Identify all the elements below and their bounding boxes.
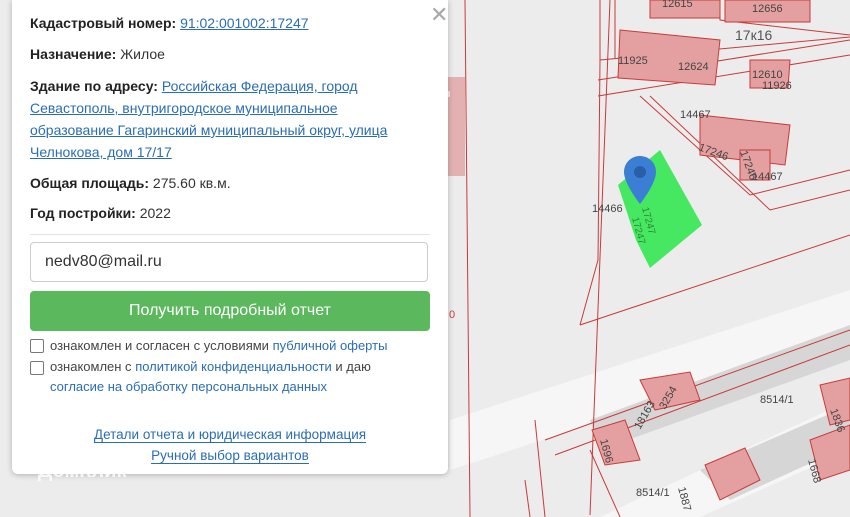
purpose-value: Жилое <box>120 46 165 62</box>
map-label: 17к16 <box>735 27 772 43</box>
map-label: 0 <box>449 309 455 321</box>
personal-data-consent-row: согласие на обработку персональных данны… <box>50 377 440 397</box>
map-label: 11926 <box>762 80 792 92</box>
year-row: Год постройки: 2022 <box>30 202 171 224</box>
year-value: 2022 <box>139 205 171 221</box>
offer-consent-prefix: ознакомлен и согласен с условиями <box>50 338 273 353</box>
offer-consent-text: ознакомлен и согласен с условиями публич… <box>50 336 440 356</box>
privacy-consent-prefix: ознакомлен с <box>50 359 136 374</box>
map-label: 8514/1 <box>636 487 670 499</box>
map-label: 12656 <box>752 3 783 15</box>
divider <box>30 234 430 235</box>
map-label: 11925 <box>618 55 648 67</box>
purpose-row: Назначение: Жилое <box>30 43 165 65</box>
details-link-row: Детали отчета и юридическая информация <box>12 427 448 443</box>
map-pin-icon[interactable] <box>624 156 656 204</box>
get-report-button[interactable]: Получить подробный отчет <box>30 291 430 331</box>
map-label: 14466 <box>592 203 623 215</box>
offer-checkbox[interactable] <box>30 339 44 353</box>
map-label: 14467 <box>752 171 783 183</box>
area-row: Общая площадь: 275.60 кв.м. <box>30 172 231 194</box>
cadastral-number-link[interactable]: 91:02:001002:17247 <box>180 15 308 31</box>
year-label: Год постройки: <box>30 205 136 221</box>
domclick-watermark: ДомКлик <box>38 460 127 482</box>
manual-selection-link[interactable]: Ручной выбор вариантов <box>151 448 309 464</box>
cadastral-row: Кадастровый номер: 91:02:001002:17247 <box>30 12 309 34</box>
map-label: 8514/1 <box>760 394 794 406</box>
map-label: 12615 <box>662 0 693 10</box>
email-input[interactable] <box>30 242 428 282</box>
privacy-checkbox[interactable] <box>30 361 44 375</box>
public-offer-link[interactable]: публичной оферты <box>273 338 388 353</box>
address-label: Здание по адресу: <box>30 78 158 94</box>
privacy-consent-text: ознакомлен с политикой конфиденциальност… <box>50 357 440 377</box>
privacy-policy-link[interactable]: политикой конфиденциальности <box>135 359 332 374</box>
property-info-panel: ✕ Кадастровый номер: 91:02:001002:17247 … <box>12 0 448 474</box>
personal-data-consent-link[interactable]: согласие на обработку персональных данны… <box>50 379 327 394</box>
map-label: 14467 <box>680 109 711 121</box>
privacy-consent-mid: и даю <box>331 359 371 374</box>
area-label: Общая площадь: <box>30 175 150 191</box>
cadastral-label: Кадастровый номер: <box>30 15 177 31</box>
area-value: 275.60 кв.м. <box>152 175 231 191</box>
close-icon[interactable]: ✕ <box>430 4 448 26</box>
map-label: 12624 <box>678 61 709 73</box>
purpose-label: Назначение: <box>30 46 117 62</box>
address-row: Здание по адресу: Российская Федерация, … <box>30 75 420 163</box>
report-details-link[interactable]: Детали отчета и юридическая информация <box>93 427 367 443</box>
